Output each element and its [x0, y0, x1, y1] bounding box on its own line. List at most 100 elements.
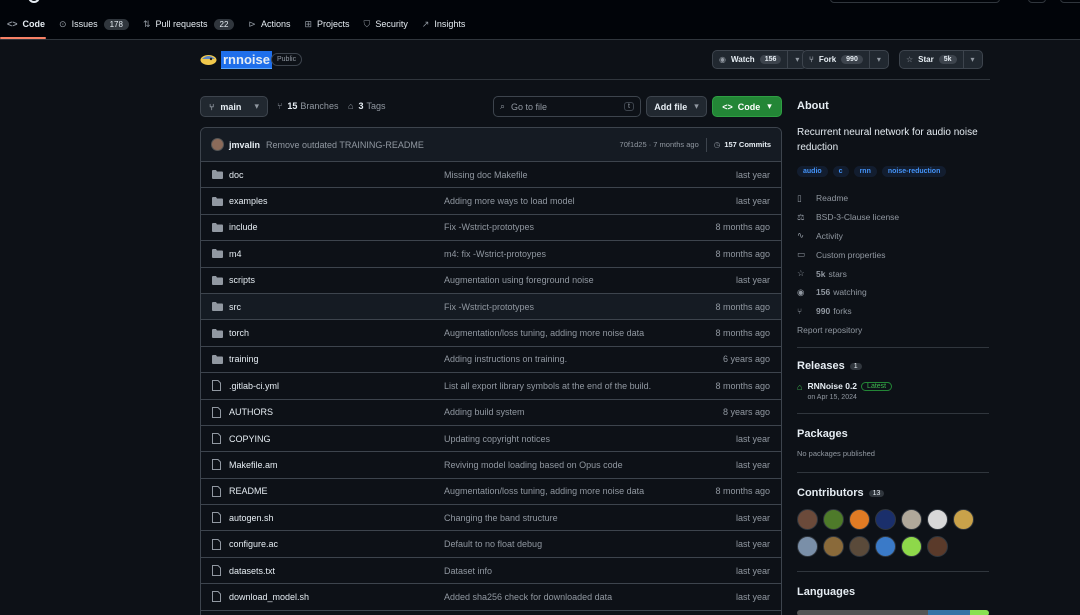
file-commit-message[interactable]: Augmentation/loss tuning, adding more no… — [444, 486, 715, 496]
notifications-button[interactable] — [1028, 0, 1046, 3]
contributors-heading[interactable]: Contributors 13 — [797, 487, 997, 499]
file-commit-message[interactable]: Missing doc Makefile — [444, 170, 736, 180]
contributor-avatar[interactable] — [875, 536, 896, 558]
watchers-link[interactable]: ◉ 156 watching — [797, 283, 997, 302]
file-name-link[interactable]: autogen.sh — [229, 513, 444, 523]
file-name-link[interactable]: Makefile.am — [229, 460, 444, 470]
file-name-link[interactable]: COPYING — [229, 434, 444, 444]
tags-count: 3 — [358, 101, 364, 111]
latest-release[interactable]: ⌂ RNNoise 0.2 Latest on Apr 15, 2024 — [797, 381, 997, 401]
stars-count: 5k — [816, 268, 826, 279]
go-to-file-input[interactable]: ⌕ Go to file t — [493, 96, 641, 117]
topic-tag[interactable]: rnn — [853, 166, 877, 177]
file-name-link[interactable]: AUTHORS — [229, 407, 444, 417]
tab-code[interactable]: <> Code — [0, 14, 52, 34]
contributor-avatar[interactable] — [953, 509, 974, 531]
releases-heading[interactable]: Releases 1 — [797, 360, 997, 372]
commits-history-link[interactable]: ◷ 157 Commits — [714, 140, 771, 149]
avatar[interactable] — [211, 138, 224, 151]
add-file-button[interactable]: Add file ▾ — [646, 96, 707, 117]
file-commit-message[interactable]: Augmentation/loss tuning, adding more no… — [444, 328, 715, 338]
repo-name-link[interactable]: rnnoise — [221, 51, 272, 69]
star-dropdown-button[interactable]: ▾ — [962, 51, 982, 68]
contributor-avatar[interactable] — [823, 536, 844, 558]
commit-author-link[interactable]: jmvalin — [229, 140, 260, 150]
user-menu-button[interactable] — [1060, 0, 1080, 3]
file-name-link[interactable]: README — [229, 486, 444, 496]
file-name-link[interactable]: configure.ac — [229, 539, 444, 549]
file-name-link[interactable]: src — [229, 302, 444, 312]
file-commit-message[interactable]: Augmentation using foreground noise — [444, 275, 736, 285]
repo-description: Recurrent neural network for audio noise… — [797, 127, 978, 153]
tab-issues[interactable]: ⊙ Issues 178 — [52, 14, 136, 34]
topic-tag[interactable]: c — [832, 166, 849, 177]
tab-pull-requests[interactable]: ⇅ Pull requests 22 — [136, 14, 241, 34]
pull-request-icon: ⇅ — [142, 18, 151, 29]
contributor-avatar[interactable] — [875, 509, 896, 531]
license-link[interactable]: ⚖ BSD-3-Clause license — [797, 208, 997, 227]
readme-link[interactable]: ▯ Readme — [797, 189, 997, 208]
code-button[interactable]: <> Code ▾ — [712, 96, 782, 117]
file-commit-message[interactable]: List all export library symbols at the e… — [444, 381, 715, 391]
contributor-avatar[interactable] — [849, 536, 870, 558]
file-commit-message[interactable]: Dataset info — [444, 566, 736, 576]
fork-dropdown-button[interactable]: ▾ — [868, 51, 888, 68]
file-name-link[interactable]: torch — [229, 328, 444, 338]
report-repository-link[interactable]: Report repository — [797, 321, 997, 340]
contributor-avatars — [797, 509, 997, 558]
file-commit-message[interactable]: Updating copyright notices — [444, 434, 736, 444]
file-commit-message[interactable]: Reviving model loading based on Opus cod… — [444, 460, 736, 470]
file-name-link[interactable]: m4 — [229, 249, 444, 259]
stars-link[interactable]: ☆ 5k stars — [797, 264, 997, 283]
file-name-link[interactable]: examples — [229, 196, 444, 206]
contributor-avatar[interactable] — [849, 509, 870, 531]
branches-link[interactable]: ⑂ 15 Branches — [277, 101, 338, 111]
forks-link[interactable]: ⑂ 990 forks — [797, 302, 997, 321]
file-name-link[interactable]: include — [229, 222, 444, 232]
file-commit-message[interactable]: Default to no float debug — [444, 539, 736, 549]
file-name-link[interactable]: training — [229, 354, 444, 364]
file-commit-message[interactable]: Added sha256 check for downloaded data — [444, 592, 736, 602]
contributor-avatar[interactable] — [797, 509, 818, 531]
tab-actions[interactable]: ⊳ Actions — [241, 14, 297, 34]
watch-button[interactable]: ◉ Watch 156 — [713, 51, 787, 68]
branches-count: 15 — [287, 101, 298, 111]
file-name-link[interactable]: .gitlab-ci.yml — [229, 381, 444, 391]
tab-projects[interactable]: ⊞ Projects — [297, 14, 356, 34]
file-name-link[interactable]: scripts — [229, 275, 444, 285]
file-name-link[interactable]: download_model.sh — [229, 592, 444, 602]
commit-message-link[interactable]: Remove outdated TRAINING-README — [266, 140, 424, 150]
activity-link[interactable]: ∿ Activity — [797, 227, 997, 246]
contributor-avatar[interactable] — [901, 536, 922, 558]
star-button[interactable]: ☆ Star 5k — [900, 51, 963, 68]
fork-button[interactable]: ⑂ Fork 990 — [803, 51, 869, 68]
commit-hash-link[interactable]: 70f1d25 · 7 months ago — [620, 140, 699, 149]
topic-tag[interactable]: noise-reduction — [881, 166, 947, 177]
contributor-avatar[interactable] — [797, 536, 818, 558]
github-logo-icon[interactable] — [28, 0, 40, 3]
file-name-link[interactable]: datasets.txt — [229, 566, 444, 576]
file-commit-message[interactable]: Changing the band structure — [444, 513, 736, 523]
file-commit-message[interactable]: Fix -Wstrict-prototypes — [444, 222, 715, 232]
contributor-avatar[interactable] — [927, 536, 948, 558]
folder-icon — [212, 328, 224, 338]
custom-properties-link[interactable]: ▭ Custom properties — [797, 245, 997, 264]
file-commit-message[interactable]: Adding more ways to load model — [444, 196, 736, 206]
contributors-title: Contributors — [797, 487, 864, 500]
file-commit-message[interactable]: Fix -Wstrict-prototypes — [444, 302, 715, 312]
file-commit-message[interactable]: Adding build system — [444, 407, 723, 417]
topic-tag[interactable]: audio — [797, 166, 828, 177]
repo-owner-avatar[interactable] — [200, 51, 217, 68]
tab-insights[interactable]: ↗ Insights — [415, 14, 473, 34]
file-name-link[interactable]: doc — [229, 170, 444, 180]
branch-selector[interactable]: ⑂ main ▾ — [200, 96, 268, 117]
tags-link[interactable]: ⌂ 3 Tags — [348, 101, 385, 111]
contributor-avatar[interactable] — [927, 509, 948, 531]
contributor-avatar[interactable] — [823, 509, 844, 531]
file-commit-message[interactable]: Adding instructions on training. — [444, 354, 723, 364]
file-commit-message[interactable]: m4: fix -Wstrict-protoypes — [444, 249, 715, 259]
tab-security[interactable]: ⛉ Security — [357, 14, 415, 34]
contributor-avatar[interactable] — [901, 509, 922, 531]
global-search[interactable] — [830, 0, 1000, 3]
packages-heading[interactable]: Packages — [797, 428, 997, 440]
